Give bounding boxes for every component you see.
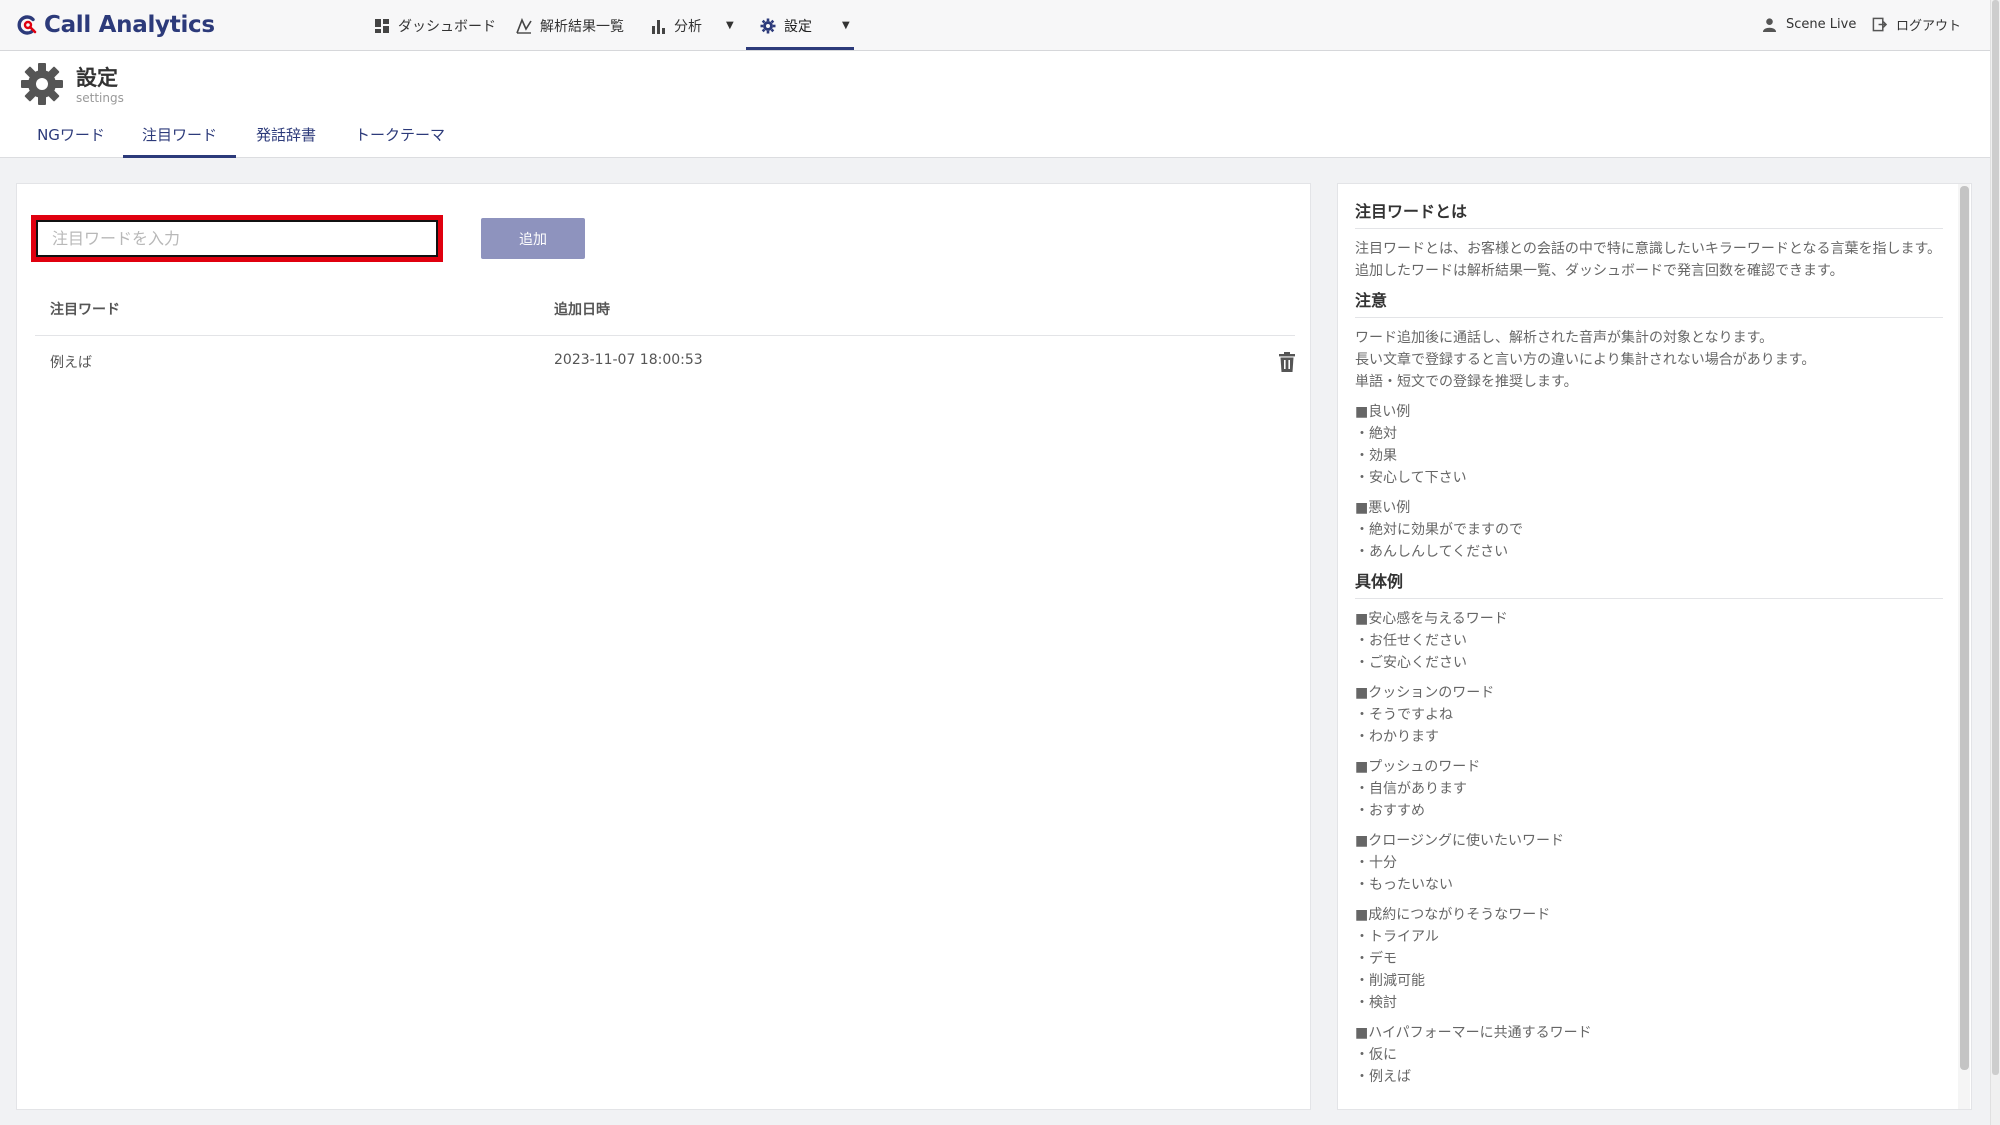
chevron-down-icon[interactable]: ▼	[726, 20, 734, 31]
list-item: ・そうですよね	[1355, 707, 1453, 723]
table-row: 例えば 2023-11-07 18:00:53	[35, 336, 1295, 386]
help-caution-text: 長い文章で登録すると言い方の違いにより集計されない場合があります。	[1355, 352, 1816, 368]
example-heading: ■クッションのワード	[1355, 685, 1495, 701]
good-example-group: ■良い例 ・絶対 ・効果 ・安心して下さい	[1355, 401, 1943, 489]
dashboard-icon	[375, 18, 389, 33]
list-item: ・安心して下さい	[1355, 470, 1467, 486]
help-about-text: 追加したワードは解析結果一覧、ダッシュボードで発言回数を確認できます。	[1355, 263, 1844, 279]
list-item: ・検討	[1355, 995, 1397, 1011]
top-navbar: Call Analytics ダッシュボード 解析結果一覧 分析 ▼ 設定 ▼ …	[0, 0, 1990, 51]
page-header: 設定 settings NGワード 注目ワード 発話辞書 トークテーマ	[0, 51, 1990, 158]
focus-word-input[interactable]	[31, 215, 443, 262]
nav-analytics[interactable]: 分析 ▼	[650, 0, 734, 51]
good-example-heading: ■良い例	[1355, 404, 1411, 420]
column-header-added-at: 追加日時	[554, 302, 610, 318]
tab-label: 発話辞書	[255, 126, 316, 144]
list-item: ・十分	[1355, 855, 1397, 871]
tab-speech-dictionary[interactable]: 発話辞書	[246, 124, 326, 158]
list-item: ・お任せください	[1355, 633, 1467, 649]
example-heading: ■クロージングに使いたいワード	[1355, 833, 1564, 849]
nav-settings-label: 設定	[784, 18, 812, 35]
list-item: ・デモ	[1355, 951, 1397, 967]
page-scrollbar-thumb[interactable]	[1992, 0, 1999, 1075]
user-name: Scene Live	[1786, 16, 1857, 32]
example-group: ■クロージングに使いたいワード ・十分 ・もったいない	[1355, 830, 1943, 896]
example-heading: ■成約につながりそうなワード	[1355, 907, 1551, 923]
logout-icon	[1872, 17, 1887, 31]
list-item: ・あんしんしてください	[1355, 544, 1509, 560]
list-item: ・おすすめ	[1355, 803, 1425, 819]
list-item: ・もったいない	[1355, 877, 1453, 893]
example-group: ■クッションのワード ・そうですよね ・わかります	[1355, 682, 1943, 748]
list-item: ・自信があります	[1355, 781, 1467, 797]
table-header: 注目ワード 追加日時	[35, 284, 1295, 336]
list-item: ・削減可能	[1355, 973, 1425, 989]
example-heading: ■プッシュのワード	[1355, 759, 1481, 775]
nav-analysis-results-label: 解析結果一覧	[540, 18, 624, 35]
page-subtitle: settings	[76, 91, 124, 105]
list-item: ・トライアル	[1355, 929, 1439, 945]
list-item: ・ご安心ください	[1355, 655, 1467, 671]
nav-dashboard-label: ダッシュボード	[398, 18, 496, 35]
list-item: ・絶対に効果がでますので	[1355, 522, 1523, 538]
help-about-title: 注目ワードとは	[1355, 201, 1943, 229]
list-item: ・効果	[1355, 448, 1397, 464]
tab-ng-words[interactable]: NGワード	[23, 124, 119, 158]
user-icon	[1762, 17, 1777, 32]
add-button[interactable]: 追加	[481, 218, 585, 259]
example-group: ■安心感を与えるワード ・お任せください ・ご安心ください	[1355, 608, 1943, 674]
tab-talk-themes[interactable]: トークテーマ	[344, 124, 456, 158]
row-word: 例えば	[50, 355, 92, 371]
list-item: ・例えば	[1355, 1069, 1411, 1085]
logout-label: ログアウト	[1896, 18, 1962, 34]
example-heading: ■ハイパフォーマーに共通するワード	[1355, 1025, 1592, 1041]
bad-example-heading: ■悪い例	[1355, 500, 1411, 516]
app-name: Call Analytics	[44, 12, 215, 38]
tab-label: NGワード	[37, 126, 105, 144]
trash-icon[interactable]	[1278, 352, 1296, 372]
list-item: ・わかります	[1355, 729, 1439, 745]
example-group: ■プッシュのワード ・自信があります ・おすすめ	[1355, 756, 1943, 822]
gear-icon	[760, 18, 776, 33]
help-caution-title: 注意	[1355, 290, 1943, 318]
bar-chart-icon	[652, 19, 665, 34]
focus-words-panel: 追加 注目ワード 追加日時 例えば 2023-11-07 18:00:53	[16, 183, 1311, 1110]
tab-label: トークテーマ	[354, 126, 445, 144]
example-group: ■ハイパフォーマーに共通するワード ・仮に ・例えば	[1355, 1022, 1943, 1088]
logout-link[interactable]: ログアウト	[1872, 0, 1961, 48]
page-title: 設定	[76, 66, 118, 90]
nav-analytics-label: 分析	[674, 18, 702, 35]
nav-active-indicator	[746, 47, 854, 50]
app-logo[interactable]: Call Analytics	[16, 10, 215, 40]
help-caution-text: 単語・短文での登録を推奨します。	[1355, 374, 1578, 390]
settings-gear-icon	[21, 63, 63, 105]
help-examples-title: 具体例	[1355, 571, 1943, 599]
help-scrollbar-thumb[interactable]	[1960, 186, 1969, 1070]
example-group: ■成約につながりそうなワード ・トライアル ・デモ ・削減可能 ・検討	[1355, 904, 1943, 1014]
tab-label: 注目ワード	[141, 126, 217, 144]
nav-settings[interactable]: 設定 ▼	[760, 0, 850, 51]
chart-line-icon	[516, 17, 532, 34]
user-menu[interactable]: Scene Live	[1762, 0, 1856, 48]
nav-analysis-results[interactable]: 解析結果一覧	[516, 0, 624, 51]
help-caution-text: ワード追加後に通話し、解析された音声が集計の対象となります。	[1355, 330, 1774, 346]
logo-mark-icon	[17, 15, 37, 35]
help-panel: 注目ワードとは 注目ワードとは、お客様との会話の中で特に意識したいキラーワードと…	[1337, 183, 1972, 1110]
nav-dashboard[interactable]: ダッシュボード	[374, 0, 496, 51]
help-about-text: 注目ワードとは、お客様との会話の中で特に意識したいキラーワードとなる言葉を指しま…	[1355, 241, 1942, 257]
row-added-at: 2023-11-07 18:00:53	[554, 352, 703, 368]
column-header-word: 注目ワード	[50, 302, 120, 318]
bad-example-group: ■悪い例 ・絶対に効果がでますので ・あんしんしてください	[1355, 497, 1943, 563]
list-item: ・仮に	[1355, 1047, 1397, 1063]
tab-focus-words[interactable]: 注目ワード	[123, 124, 236, 158]
example-heading: ■安心感を与えるワード	[1355, 611, 1508, 627]
list-item: ・絶対	[1355, 426, 1397, 442]
chevron-down-icon[interactable]: ▼	[842, 20, 850, 31]
